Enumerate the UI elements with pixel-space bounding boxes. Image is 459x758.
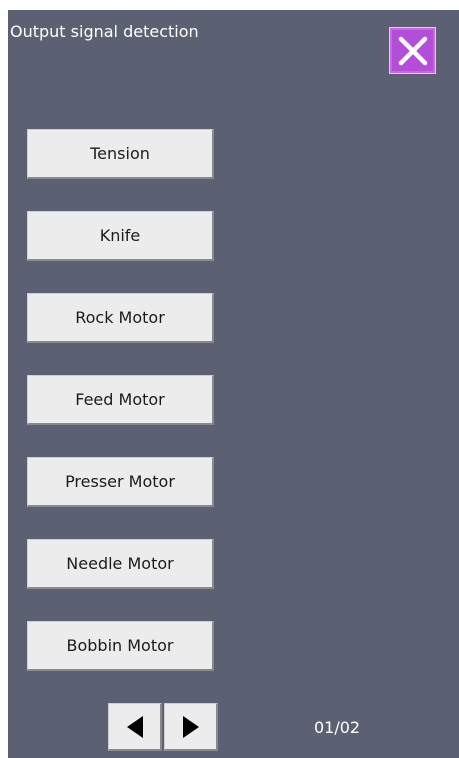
rock-motor-button[interactable]: Rock Motor: [27, 293, 214, 343]
triangle-right-icon: [182, 715, 199, 738]
presser-motor-button[interactable]: Presser Motor: [27, 457, 214, 507]
previous-page-button[interactable]: [108, 703, 162, 751]
tension-button[interactable]: Tension: [27, 129, 214, 179]
page-title: Output signal detection: [10, 22, 199, 41]
bobbin-motor-button[interactable]: Bobbin Motor: [27, 621, 214, 671]
knife-button[interactable]: Knife: [27, 211, 214, 261]
next-page-button[interactable]: [164, 703, 218, 751]
needle-motor-button[interactable]: Needle Motor: [27, 539, 214, 589]
output-signal-detection-screen: Output signal detection Tension Knife Ro…: [8, 10, 459, 758]
close-button[interactable]: [389, 27, 436, 74]
page-indicator: 01/02: [314, 718, 361, 737]
close-x-icon: [398, 36, 428, 66]
output-button-list: Tension Knife Rock Motor Feed Motor Pres…: [27, 129, 214, 671]
feed-motor-button[interactable]: Feed Motor: [27, 375, 214, 425]
triangle-left-icon: [126, 715, 143, 738]
